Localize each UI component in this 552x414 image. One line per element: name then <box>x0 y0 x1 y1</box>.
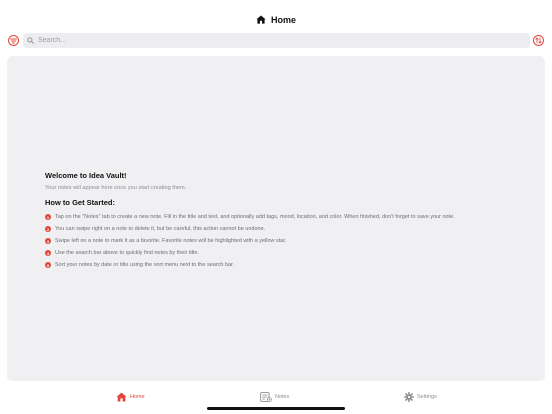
step-number-badge: 3 <box>45 238 51 244</box>
home-indicator[interactable] <box>207 407 345 410</box>
tab-settings[interactable]: Settings <box>404 392 437 402</box>
step-item: 5 Sort your notes by date or title using… <box>45 259 535 271</box>
step-item: 2 You can swipe right on a note to delet… <box>45 223 535 235</box>
welcome-subtitle: Your notes will appear here once you sta… <box>45 185 187 191</box>
step-item: 4 Use the search bar above to quickly fi… <box>45 247 535 259</box>
tab-notes[interactable]: Notes <box>260 392 289 402</box>
tab-bar: Home Notes Settings <box>0 388 552 408</box>
welcome-section: Welcome to Idea Vault! Your notes will a… <box>45 171 535 271</box>
step-text: You can swipe right on a note to delete … <box>55 226 266 232</box>
step-text: Use the search bar above to quickly find… <box>55 250 199 256</box>
gear-icon <box>404 392 414 402</box>
step-number-badge: 2 <box>45 226 51 232</box>
search-bar[interactable] <box>23 33 530 48</box>
step-number-badge: 5 <box>45 262 51 268</box>
sort-button[interactable] <box>533 35 544 46</box>
tab-home[interactable]: Home <box>116 392 145 402</box>
tab-home-label: Home <box>130 394 145 400</box>
step-number-badge: 1 <box>45 214 51 220</box>
house-icon <box>116 392 127 402</box>
step-item: 3 Swipe left on a note to mark it as a f… <box>45 235 535 247</box>
step-text: Swipe left on a note to mark it as a fav… <box>55 238 287 244</box>
filter-lines-icon <box>10 38 17 43</box>
sort-arrows-icon <box>535 37 542 44</box>
empty-state-panel: Welcome to Idea Vault! Your notes will a… <box>7 56 545 381</box>
house-icon <box>256 11 266 29</box>
step-number-badge: 4 <box>45 250 51 256</box>
step-item: 1 Tap on the "Notes" tab to create a new… <box>45 211 535 223</box>
filter-button[interactable] <box>8 35 19 46</box>
search-icon <box>27 37 34 44</box>
steps-list: 1 Tap on the "Notes" tab to create a new… <box>45 211 535 271</box>
step-text: Tap on the "Notes" tab to create a new n… <box>55 214 455 220</box>
tab-notes-label: Notes <box>275 394 290 400</box>
notes-icon <box>260 392 272 402</box>
welcome-title: Welcome to Idea Vault! <box>45 171 127 180</box>
search-input[interactable] <box>38 37 498 44</box>
step-text: Sort your notes by date or title using t… <box>55 262 235 268</box>
page-title: Home <box>270 15 296 25</box>
header-title-group: Home <box>256 11 296 29</box>
how-to-title: How to Get Started: <box>45 198 116 207</box>
tab-settings-label: Settings <box>417 394 437 400</box>
nav-header: Home <box>0 0 552 32</box>
